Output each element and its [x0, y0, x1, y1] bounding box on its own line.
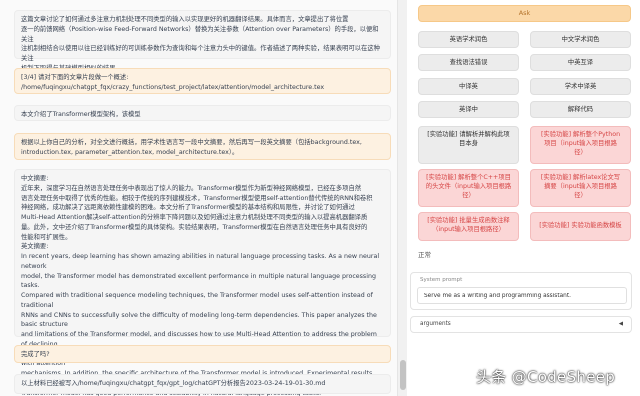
message-text: 根据以上你自己的分析，对全文进行概括，用学术性语言写一段中文摘要，然后再写一段英…	[21, 139, 362, 156]
zh-to-en-button[interactable]: 中译英	[418, 78, 519, 95]
en-to-zh-button[interactable]: 英译中	[418, 101, 519, 118]
system-prompt-box: System prompt	[410, 272, 632, 310]
system-prompt-label: System prompt	[420, 277, 463, 283]
chat-message-user: 根据以上你自己的分析，对全文进行概括，用学术性语言写一段中文摘要，然后再写一段英…	[14, 133, 391, 160]
system-prompt-input[interactable]	[417, 287, 627, 304]
academic-polish-zh-button[interactable]: 中文学术润色	[530, 31, 631, 48]
chat-message-bot: 本文介绍了Transformer模型架构，该模型	[14, 105, 391, 121]
latex-abstract-button[interactable]: [实验功能] 解析latex论文写 摘要（input输入项目根路 径）	[530, 169, 631, 207]
analyze-python-project-button[interactable]: [实验功能] 解析整个Python 项目（input输入项目根路 径）	[530, 126, 631, 164]
ask-button[interactable]: Ask	[418, 5, 631, 22]
explain-code-button[interactable]: 解释代码	[530, 101, 631, 118]
academic-zh-to-en-button[interactable]: 学术中译英	[530, 78, 631, 95]
chat-message-bot: 中文摘要: 近年来，深度学习在自然语言处理任务中表现出了惊人的能力。Transf…	[14, 169, 391, 396]
chat-scrollbar[interactable]	[397, 0, 407, 396]
message-text: 这篇文章讨论了如何通过多注意力机制处理不同类型的输入以实现更好的机器翻译结果。具…	[21, 16, 380, 72]
message-text: 本文介绍了Transformer模型架构，该模型	[21, 111, 141, 118]
analyze-cpp-headers-button[interactable]: [实验功能] 解析整个C++项目 的头文件（input输入项目根路 径）	[418, 169, 519, 207]
chat-message-user: [3/4] 请对下面的文章片段做一个概述: /home/fuqingxu/cha…	[14, 68, 391, 94]
watermark: 头条 @CodeSheep	[476, 368, 616, 386]
scrollbar-thumb[interactable]	[400, 360, 406, 390]
chat-message-bot: 这篇文章讨论了如何通过多注意力机制处理不同类型的输入以实现更好的机器翻译结果。具…	[14, 10, 391, 72]
grammar-check-button[interactable]: 查找语法错误	[418, 54, 519, 71]
function-template-button[interactable]: [实验功能] 实验功能函数模板	[530, 212, 631, 241]
chat-area: 这篇文章讨论了如何通过多注意力机制处理不同类型的输入以实现更好的机器翻译结果。具…	[0, 0, 397, 396]
arguments-accordion[interactable]: arguments ◀	[410, 316, 632, 333]
chat-message-user: 完成了吗?	[14, 345, 391, 363]
message-text: 以上材料已经被写入/home/fuqingxu/chatgpt_fqx/gpt_…	[21, 380, 326, 387]
chat-message-bot: 以上材料已经被写入/home/fuqingxu/chatgpt_fqx/gpt_…	[14, 374, 391, 394]
message-text: 完成了吗?	[21, 351, 50, 358]
mode-label: 正常	[418, 251, 431, 259]
zh-en-translate-button[interactable]: 中英互译	[530, 54, 631, 71]
academic-polish-en-button[interactable]: 英语学术润色	[418, 31, 519, 48]
collapse-arrow-icon[interactable]: ◀	[619, 321, 623, 327]
message-text: [3/4] 请对下面的文章片段做一个概述: /home/fuqingxu/cha…	[21, 74, 325, 91]
arguments-label: arguments	[420, 321, 451, 327]
batch-function-comments-button[interactable]: [实验功能] 批量生成函数注释 （input输入项目根路径）	[418, 212, 519, 241]
function-panel: Ask 英语学术润色 中文学术润色 查找语法错误 中英互译 中译英 学术中译英 …	[408, 0, 640, 396]
analyze-self-project-button[interactable]: [实验功能] 请解析并解构此项 目本身	[418, 126, 519, 164]
